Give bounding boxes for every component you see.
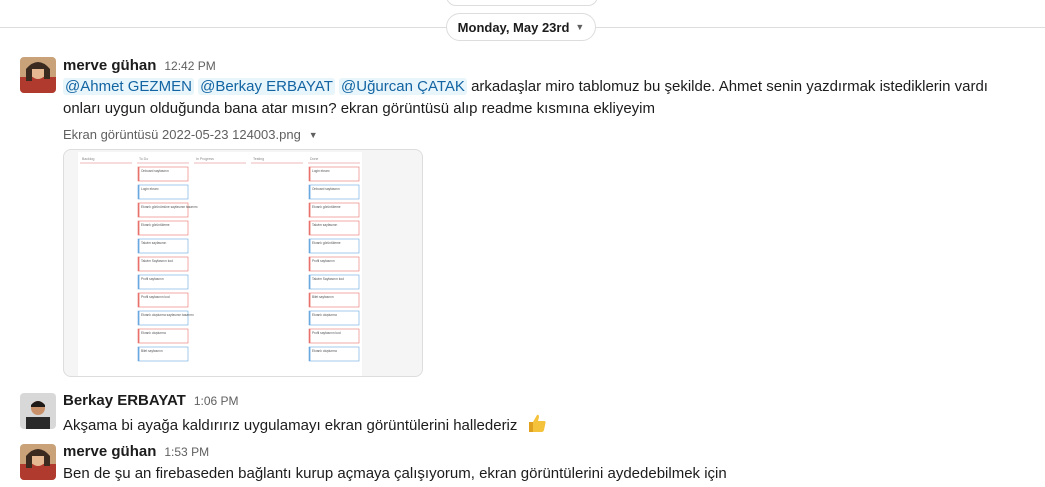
chevron-down-icon: ▼ — [575, 22, 585, 32]
message-timestamp[interactable]: 12:42 PM — [164, 59, 215, 73]
board-card-accent — [309, 239, 311, 253]
board-column-header: Backlog — [82, 157, 95, 161]
message-timestamp[interactable]: 1:06 PM — [194, 394, 239, 408]
mention-berkay[interactable]: @Berkay ERBAYAT — [198, 78, 335, 95]
mention-ugurcan[interactable]: @Uğurcan ÇATAK — [339, 78, 467, 95]
message-text: @Ahmet GEZMEN @Berkay ERBAYAT @Uğurcan Ç… — [63, 76, 1023, 120]
message-text-content: Akşama bi ayağa kaldırırız uygulamayı ek… — [63, 417, 518, 434]
sender-name[interactable]: Berkay ERBAYAT — [63, 392, 186, 409]
board-card-accent — [138, 329, 140, 343]
date-label: Monday, May 23rd — [457, 19, 570, 35]
board-card-label: Profil sayfasının kod — [312, 331, 341, 335]
board-card-accent — [309, 185, 311, 199]
avatar[interactable] — [20, 57, 56, 93]
mention-ahmet[interactable]: @Ahmet GEZMEN — [63, 78, 194, 95]
board-card-label: Bilet sayfasının — [312, 295, 334, 299]
board-card-label: Ekranlı görünümüne sayfasının tasarımı — [141, 205, 198, 209]
board-card-accent — [138, 311, 140, 325]
board-card-label: Ekranlı oluşturma — [312, 313, 337, 317]
board-card-label: Ekranlı oluşturma — [312, 349, 337, 353]
thumbs-up-icon — [526, 412, 548, 441]
board-card-label: Takvim Sayfasının kod — [312, 277, 344, 281]
board-card-accent — [138, 275, 140, 289]
date-divider-button[interactable]: Monday, May 23rd ▼ — [446, 13, 596, 41]
board-column-header: To Do — [139, 157, 148, 161]
message-header: merve gühan 12:42 PM — [63, 57, 216, 74]
board-card-accent — [309, 257, 311, 271]
message-text-content: Ben de şu an firebaseden bağlantı kurup … — [63, 465, 727, 482]
board-card-label: Login ekranı — [312, 169, 330, 173]
sender-name[interactable]: merve gühan — [63, 443, 156, 460]
board-card-accent — [309, 329, 311, 343]
board-card-label: Takvim sayfasının — [141, 241, 167, 245]
board-card-accent — [309, 311, 311, 325]
board-card-label: Takvim Sayfasının kod — [141, 259, 173, 263]
board-card-accent — [138, 167, 140, 181]
board-column-header: Done — [310, 157, 318, 161]
board-card-accent — [309, 275, 311, 289]
avatar[interactable] — [20, 444, 56, 480]
board-card-label: Ekranlı oluşturma — [141, 331, 166, 335]
sender-name[interactable]: merve gühan — [63, 57, 156, 74]
board-card-accent — [138, 257, 140, 271]
attachment-image[interactable]: Backlog To Do Onboard sayfasının Login ekra… — [63, 149, 423, 377]
board-card-label: Bilet sayfasının — [141, 349, 163, 353]
board-card-accent — [138, 347, 140, 361]
message-timestamp[interactable]: 1:53 PM — [164, 445, 209, 459]
board-card-label: Profil sayfasının kod — [141, 295, 170, 299]
board-column-header: In Progress — [196, 157, 214, 161]
board-card-accent — [138, 239, 140, 253]
message-text: Akşama bi ayağa kaldırırız uygulamayı ek… — [63, 412, 548, 441]
board-card-accent — [138, 203, 140, 217]
board-card-accent — [138, 185, 140, 199]
message-header: Berkay ERBAYAT 1:06 PM — [63, 392, 239, 409]
caret-down-icon[interactable]: ▼ — [309, 130, 318, 140]
board-card-label: Onboard sayfasının — [141, 169, 169, 173]
board-card-label: Ekranlı görüntüleme — [312, 241, 341, 245]
board-screenshot-preview: Backlog To Do Onboard sayfasının Login ekra… — [78, 152, 362, 376]
board-card-accent — [138, 293, 140, 307]
board-card-label: Profil sayfasının — [312, 259, 335, 263]
board-card-label: Ekranlı oluşturma sayfasının tasarımı — [141, 313, 194, 317]
board-card-accent — [309, 293, 311, 307]
attachment-filename[interactable]: Ekran görüntüsü 2022-05-23 124003.png — [63, 127, 301, 142]
board-card-accent — [309, 347, 311, 361]
board-card-label: Takvim sayfasının — [312, 223, 338, 227]
board-card-label: Ekranlı görüntüleme — [312, 205, 341, 209]
previous-date-pill[interactable] — [446, 0, 598, 6]
board-card-label: Login ekranı — [141, 187, 159, 191]
board-card-accent — [138, 221, 140, 235]
board-card-label: Onboard sayfasının — [312, 187, 340, 191]
board-card-accent — [309, 221, 311, 235]
board-card-label: Ekranlı görüntüleme — [141, 223, 170, 227]
message-header: merve gühan 1:53 PM — [63, 443, 209, 460]
board-column-header: Testing — [253, 157, 264, 161]
attachment-title: Ekran görüntüsü 2022-05-23 124003.png ▼ — [63, 127, 318, 142]
message-text: Ben de şu an firebaseden bağlantı kurup … — [63, 463, 727, 485]
board-card-accent — [309, 167, 311, 181]
board-card-accent — [309, 203, 311, 217]
avatar[interactable] — [20, 393, 56, 429]
board-card-label: Profil sayfasının — [141, 277, 164, 281]
